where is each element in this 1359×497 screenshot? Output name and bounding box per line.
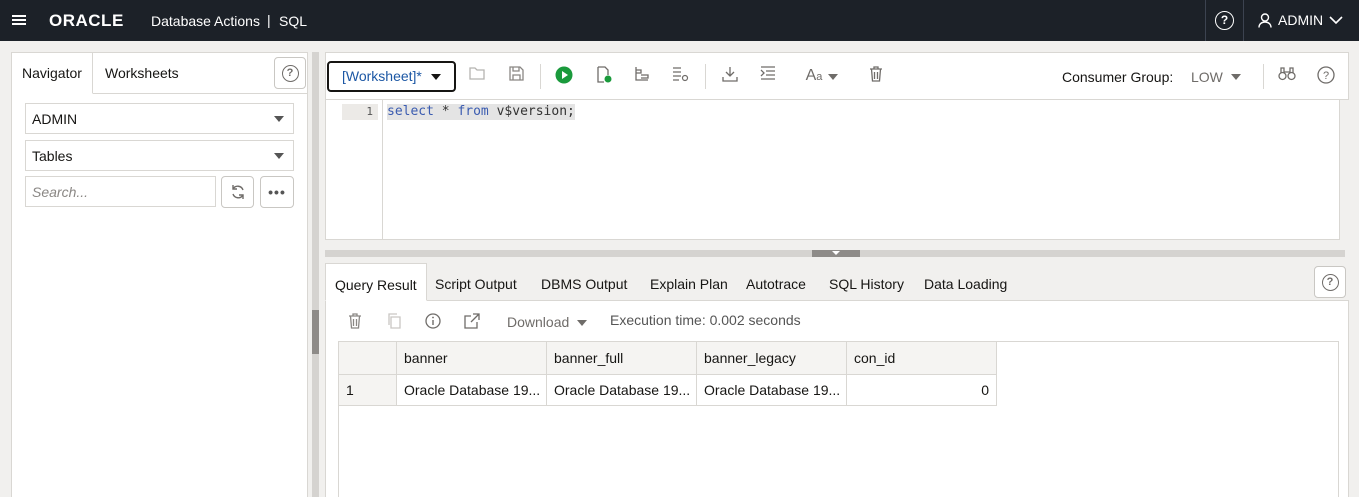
object-type-select[interactable]: Tables — [25, 140, 294, 171]
caret-down-icon — [431, 74, 441, 80]
format-icon[interactable] — [758, 66, 778, 86]
refresh-icon — [231, 185, 244, 199]
app-name: SQL — [279, 13, 308, 29]
download-menu[interactable]: Download — [507, 314, 569, 330]
autotrace-icon[interactable] — [670, 66, 690, 86]
title-separator: | — [267, 12, 271, 28]
column-header[interactable]: banner — [397, 342, 547, 375]
caret-down-icon[interactable] — [1231, 74, 1241, 80]
line-number-gutter: 1 — [326, 100, 383, 239]
caret-down-icon[interactable] — [577, 320, 587, 326]
open-external-icon[interactable] — [462, 313, 482, 333]
user-name: ADMIN — [1278, 12, 1324, 28]
divider — [705, 64, 706, 89]
oracle-logo: ORACLE — [49, 11, 124, 30]
run-script-icon[interactable] — [594, 66, 614, 86]
top-bar: ORACLE Database Actions | SQL ? ADMIN — [0, 0, 1359, 41]
table-cell[interactable]: Oracle Database 19... — [697, 375, 847, 406]
save-icon[interactable] — [506, 66, 526, 86]
sql-text: v$version; — [488, 104, 575, 119]
navigator-tabs: Navigator Worksheets — [12, 53, 307, 94]
help-icon[interactable]: ? — [1316, 66, 1336, 86]
divider — [1205, 0, 1206, 41]
navigator-search-input[interactable]: Search... — [25, 176, 216, 207]
splitter-handle[interactable] — [812, 250, 860, 257]
caret-down-icon — [274, 116, 284, 122]
delete-icon[interactable] — [345, 313, 365, 333]
caret-down-icon — [274, 153, 284, 159]
sql-keyword: select — [387, 104, 434, 119]
chevron-down-icon — [1329, 15, 1343, 24]
info-icon[interactable] — [423, 313, 443, 333]
column-header[interactable]: con_id — [847, 342, 997, 375]
tab-explain-plan[interactable]: Explain Plan — [641, 263, 737, 301]
row-number: 1 — [339, 375, 397, 406]
tab-script-output[interactable]: Script Output — [426, 263, 526, 301]
font-size-icon[interactable]: Aa — [803, 66, 825, 86]
result-grid: banner banner_full banner_legacy con_id … — [338, 341, 1339, 497]
divider — [540, 64, 541, 89]
user-icon — [1258, 12, 1272, 28]
navigator-panel: Navigator Worksheets ? ADMIN Tables Sear… — [11, 52, 308, 497]
worksheet-toolbar: [Worksheet]* Aa Consumer Group: LOW ? — [325, 52, 1349, 100]
line-number: 1 — [342, 104, 378, 120]
vertical-splitter[interactable] — [312, 52, 319, 497]
help-icon: ? — [281, 64, 299, 82]
sql-keyword: from — [457, 104, 489, 119]
table-cell[interactable]: 0 — [847, 375, 997, 406]
explain-plan-icon[interactable] — [632, 66, 652, 86]
refresh-button[interactable] — [221, 176, 254, 208]
product-name: Database Actions — [151, 13, 260, 29]
tab-autotrace[interactable]: Autotrace — [737, 263, 815, 301]
sql-text: * — [433, 104, 458, 119]
results-panel: Download Execution time: 0.002 seconds b… — [325, 301, 1349, 497]
find-binoculars-icon[interactable] — [1277, 66, 1297, 86]
column-header[interactable]: banner_full — [547, 342, 697, 375]
worksheet-label: [Worksheet]* — [342, 68, 422, 84]
copy-icon[interactable] — [384, 313, 404, 333]
tab-navigator[interactable]: Navigator — [12, 53, 93, 94]
open-folder-icon[interactable] — [467, 66, 487, 86]
help-icon: ? — [1321, 273, 1339, 291]
table-cell[interactable]: Oracle Database 19... — [547, 375, 697, 406]
consumer-group-label: Consumer Group: — [1062, 69, 1174, 85]
schema-select[interactable]: ADMIN — [25, 103, 294, 134]
result-tabs: Query Result Script Output DBMS Output E… — [325, 263, 1349, 301]
results-help-button[interactable]: ? — [1314, 266, 1346, 298]
execution-time: Execution time: 0.002 seconds — [610, 312, 801, 328]
consumer-group-select[interactable]: LOW — [1191, 69, 1223, 85]
row-number-header — [339, 342, 397, 375]
tab-query-result[interactable]: Query Result — [325, 263, 427, 301]
worksheet-menu-button[interactable]: [Worksheet]* — [327, 61, 456, 92]
tab-data-loading[interactable]: Data Loading — [915, 263, 1016, 301]
divider — [1243, 0, 1244, 41]
column-header[interactable]: banner_legacy — [697, 342, 847, 375]
schema-value: ADMIN — [32, 111, 78, 127]
svg-text:?: ? — [1323, 70, 1329, 82]
table-cell[interactable]: Oracle Database 19... — [397, 375, 547, 406]
menu-icon[interactable] — [12, 13, 26, 27]
caret-down-icon[interactable] — [828, 74, 838, 80]
user-menu[interactable]: ADMIN — [1258, 12, 1343, 28]
navigator-help-button[interactable]: ? — [274, 57, 306, 89]
clear-trash-icon[interactable] — [866, 66, 886, 86]
ellipsis-icon: ••• — [268, 184, 286, 200]
run-statement-icon[interactable] — [554, 66, 574, 86]
sql-editor[interactable]: 1 select * from v$version; — [325, 100, 1340, 240]
tab-worksheets[interactable]: Worksheets — [95, 53, 189, 94]
object-type-value: Tables — [32, 148, 73, 164]
code-line[interactable]: select * from v$version; — [387, 104, 575, 120]
help-icon[interactable]: ? — [1215, 11, 1234, 30]
splitter-handle[interactable] — [312, 310, 319, 354]
download-icon[interactable] — [720, 66, 740, 86]
divider — [1263, 64, 1264, 89]
more-actions-button[interactable]: ••• — [260, 176, 294, 208]
horizontal-splitter[interactable] — [325, 250, 1345, 257]
tab-dbms-output[interactable]: DBMS Output — [532, 263, 636, 301]
tab-sql-history[interactable]: SQL History — [820, 263, 913, 301]
